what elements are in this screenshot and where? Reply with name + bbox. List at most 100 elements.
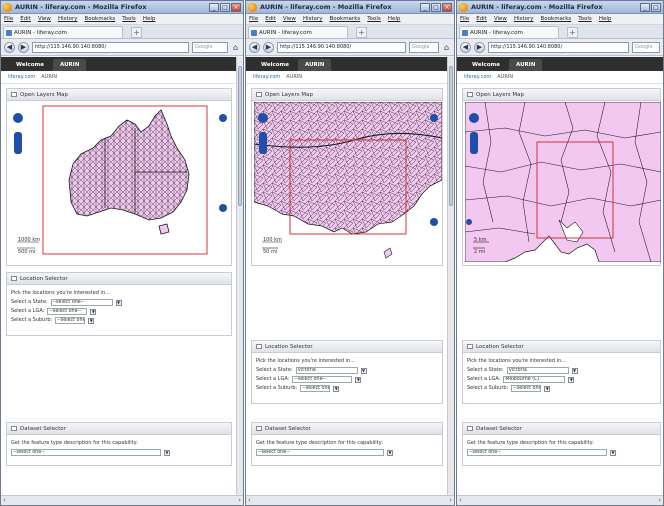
scroll-left-icon[interactable]: ‹ (459, 496, 462, 504)
menu-edit[interactable]: Edit (265, 16, 276, 22)
dock-aurin[interactable]: AURIN (53, 59, 87, 71)
horizontal-scrollbar[interactable]: ‹ › (246, 495, 454, 505)
menu-tools[interactable]: Tools (367, 16, 381, 22)
maximize-button[interactable]: □ (431, 2, 441, 12)
menu-bookmarks[interactable]: Bookmarks (85, 16, 116, 22)
new-tab-button[interactable]: + (567, 27, 578, 38)
dock-aurin[interactable]: AURIN (509, 59, 543, 71)
close-button[interactable]: × (231, 2, 241, 12)
menu-file[interactable]: File (4, 16, 13, 22)
dataset-select[interactable]: --select one-- (467, 449, 607, 456)
horizontal-scrollbar[interactable]: ‹ › (457, 495, 663, 505)
chevron-down-icon[interactable]: ▼ (88, 317, 95, 324)
overview-toggle-icon[interactable] (219, 204, 227, 212)
vertical-scrollbar[interactable] (236, 57, 243, 495)
state-select[interactable]: --select one-- (50, 299, 113, 306)
chevron-down-icon[interactable]: ▼ (164, 449, 170, 456)
forward-button[interactable]: ▶ (18, 41, 29, 53)
state-select[interactable]: Victoria (295, 367, 358, 374)
back-button[interactable]: ◀ (460, 41, 471, 53)
dock-welcome[interactable]: Welcome (9, 59, 51, 71)
home-icon[interactable]: ⌂ (442, 43, 451, 52)
island[interactable] (383, 247, 393, 259)
suburb-select[interactable]: --select one-- (300, 385, 331, 392)
menu-help[interactable]: Help (388, 16, 401, 22)
chevron-down-icon[interactable]: ▼ (333, 385, 340, 392)
dock-welcome[interactable]: Welcome (465, 59, 507, 71)
zoom-control[interactable] (470, 132, 478, 154)
chevron-down-icon[interactable]: ▼ (571, 367, 578, 374)
scroll-left-icon[interactable]: ‹ (3, 496, 6, 504)
chevron-down-icon[interactable]: ▼ (544, 385, 551, 392)
scroll-left-icon[interactable]: ‹ (248, 496, 251, 504)
url-bar[interactable]: http://115.146.90.140:8080/ (277, 41, 406, 53)
scroll-right-icon[interactable]: › (238, 496, 241, 504)
map-canvas[interactable] (9, 102, 231, 262)
maximize-button[interactable]: □ (220, 2, 230, 12)
title-bar[interactable]: AURIN - liferay.com - Mozilla Firefox _ … (457, 1, 663, 14)
pan-control[interactable] (469, 113, 479, 123)
browser-tab[interactable]: AURIN - liferay.com (3, 26, 123, 38)
map-viewport[interactable]: 1000 km 500 mi (9, 102, 229, 262)
chevron-down-icon[interactable]: ▼ (387, 449, 393, 456)
title-bar[interactable]: AURIN - liferay.com - Mozilla Firefox _ … (1, 1, 243, 14)
layer-switcher-icon[interactable] (430, 114, 438, 122)
menu-view[interactable]: View (38, 16, 51, 22)
map-viewport[interactable]: 100 km 50 mi (254, 102, 442, 262)
breadcrumb-home[interactable]: liferay.com (464, 74, 491, 80)
menu-tools[interactable]: Tools (122, 16, 136, 22)
breadcrumb-current[interactable]: AURIN (497, 74, 513, 80)
dataset-select[interactable]: --select one-- (11, 449, 161, 456)
dataset-select[interactable]: --select one-- (256, 449, 384, 456)
menu-tools[interactable]: Tools (578, 16, 592, 22)
breadcrumb-current[interactable]: AURIN (286, 74, 302, 80)
menu-history[interactable]: History (58, 16, 78, 22)
close-button[interactable]: × (442, 2, 452, 12)
layer-switcher-icon[interactable] (219, 114, 227, 122)
map-canvas[interactable] (465, 102, 661, 262)
lga-select[interactable]: Melbourne (C) (503, 376, 566, 383)
state-select[interactable]: Victoria (506, 367, 569, 374)
search-box[interactable]: Google (632, 41, 660, 53)
zoom-control[interactable] (14, 132, 22, 154)
chevron-down-icon[interactable]: ▼ (115, 299, 122, 306)
forward-button[interactable]: ▶ (474, 41, 485, 53)
scrollbar-thumb[interactable] (238, 66, 242, 206)
browser-tab[interactable]: AURIN - liferay.com (248, 26, 348, 38)
scroll-right-icon[interactable]: › (658, 496, 661, 504)
dock-aurin[interactable]: AURIN (298, 59, 332, 71)
zoom-control[interactable] (259, 132, 267, 154)
maximize-button[interactable]: □ (651, 2, 661, 12)
menu-file[interactable]: File (249, 16, 258, 22)
chevron-down-icon[interactable]: ▼ (610, 449, 616, 456)
menu-help[interactable]: Help (143, 16, 156, 22)
menu-edit[interactable]: Edit (476, 16, 487, 22)
overview-toggle-icon[interactable] (430, 218, 438, 226)
search-box[interactable]: Google (192, 41, 228, 53)
minimize-button[interactable]: _ (420, 2, 430, 12)
map-viewport[interactable]: 5 km 2 mi (465, 102, 661, 262)
forward-button[interactable]: ▶ (263, 41, 274, 53)
minimize-button[interactable]: _ (640, 2, 650, 12)
suburb-select[interactable]: --select one-- (55, 317, 86, 324)
back-button[interactable]: ◀ (249, 41, 260, 53)
menu-file[interactable]: File (460, 16, 469, 22)
url-bar[interactable]: http://115.146.90.140:8080/ (488, 41, 629, 53)
new-tab-button[interactable]: + (131, 27, 142, 38)
scrollbar-thumb[interactable] (449, 66, 453, 206)
menu-bookmarks[interactable]: Bookmarks (541, 16, 572, 22)
url-bar[interactable]: http://115.146.90.140:8080/ (32, 41, 189, 53)
vertical-scrollbar[interactable] (447, 57, 454, 495)
chevron-down-icon[interactable]: ▼ (355, 376, 362, 383)
scroll-right-icon[interactable]: › (449, 496, 452, 504)
chevron-down-icon[interactable]: ▼ (568, 376, 575, 383)
map-canvas[interactable] (254, 102, 442, 262)
pan-control[interactable] (258, 113, 268, 123)
menu-view[interactable]: View (283, 16, 296, 22)
back-button[interactable]: ◀ (4, 41, 15, 53)
browser-tab[interactable]: AURIN - liferay.com (459, 26, 559, 38)
suburb-select[interactable]: --select one-- (511, 385, 542, 392)
home-icon[interactable]: ⌂ (231, 43, 240, 52)
breadcrumb-home[interactable]: liferay.com (253, 74, 280, 80)
overview-toggle-icon[interactable] (466, 219, 472, 225)
